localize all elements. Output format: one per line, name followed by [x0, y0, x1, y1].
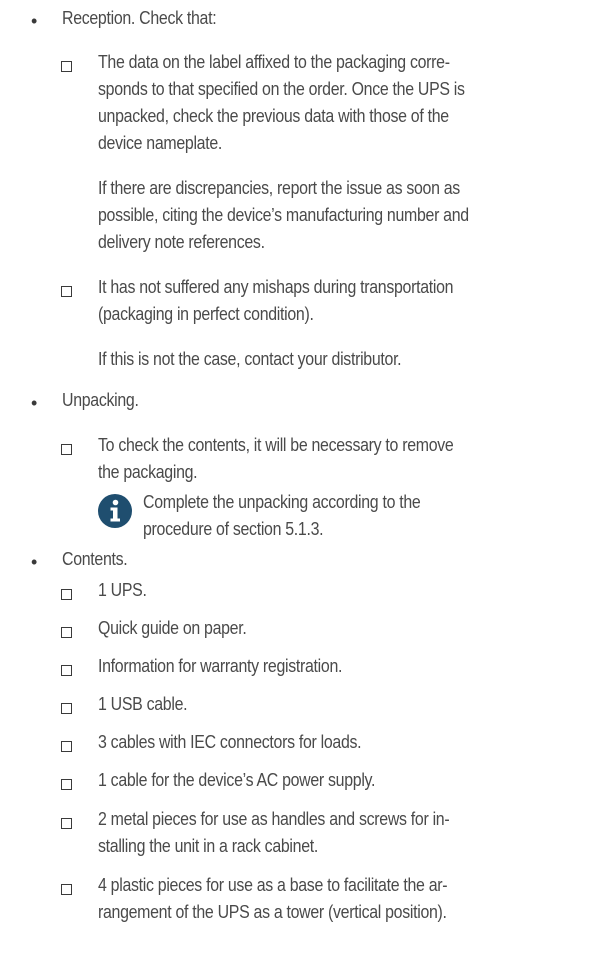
list-item: Quick guide on paper. — [98, 617, 247, 638]
bullet: • — [31, 393, 38, 413]
note-text-line: Complete the unpacking according to the — [143, 491, 421, 512]
note-text-line: procedure of section 5.1.3. — [143, 518, 324, 539]
item-text-line: It has not suffered any mishaps during t… — [98, 276, 454, 297]
list-item: rangement of the UPS as a tower (vertica… — [98, 901, 447, 922]
checkbox-icon — [61, 589, 72, 600]
list-item: Information for warranty registration. — [98, 655, 343, 676]
checkbox-icon — [61, 627, 72, 638]
checkbox-icon — [61, 884, 72, 895]
item-text-line: the packaging. — [98, 461, 198, 482]
checkbox-icon — [61, 779, 72, 790]
section-title-reception: Reception. Check that: — [62, 7, 217, 28]
list-item: 3 cables with IEC connectors for loads. — [98, 731, 362, 752]
followup-text-line: delivery note references. — [98, 231, 265, 252]
section-title-contents: Contents. — [62, 548, 128, 569]
item-text-line: sponds to that specified on the order. O… — [98, 78, 465, 99]
checkbox-icon — [61, 286, 72, 297]
followup-text-line: possible, citing the device’s manufactur… — [98, 204, 469, 225]
list-item: 2 metal pieces for use as handles and sc… — [98, 808, 450, 829]
section-title-unpacking: Unpacking. — [62, 389, 139, 410]
item-text-line: (packaging in perfect condition). — [98, 303, 314, 324]
bullet: • — [31, 552, 38, 572]
checkbox-icon — [61, 665, 72, 676]
checkbox-icon — [61, 61, 72, 72]
info-icon — [98, 494, 132, 528]
bullet: • — [31, 11, 38, 31]
document-page: • Reception. Check that: The data on the… — [0, 0, 616, 976]
checkbox-icon — [61, 703, 72, 714]
list-item: 1 UPS. — [98, 579, 147, 600]
item-text-line: device nameplate. — [98, 132, 223, 153]
followup-text-line: If this is not the case, contact your di… — [98, 348, 402, 369]
checkbox-icon — [61, 741, 72, 752]
item-text-line: unpacked, check the previous data with t… — [98, 105, 449, 126]
checkbox-icon — [61, 444, 72, 455]
followup-text-line: If there are discrepancies, report the i… — [98, 177, 460, 198]
checkbox-icon — [61, 818, 72, 829]
item-text-line: The data on the label affixed to the pac… — [98, 51, 450, 72]
list-item: 1 USB cable. — [98, 693, 188, 714]
list-item: stalling the unit in a rack cabinet. — [98, 835, 318, 856]
item-text-line: To check the contents, it will be necess… — [98, 434, 454, 455]
list-item: 4 plastic pieces for use as a base to fa… — [98, 874, 448, 895]
list-item: 1 cable for the device’s AC power supply… — [98, 769, 376, 790]
